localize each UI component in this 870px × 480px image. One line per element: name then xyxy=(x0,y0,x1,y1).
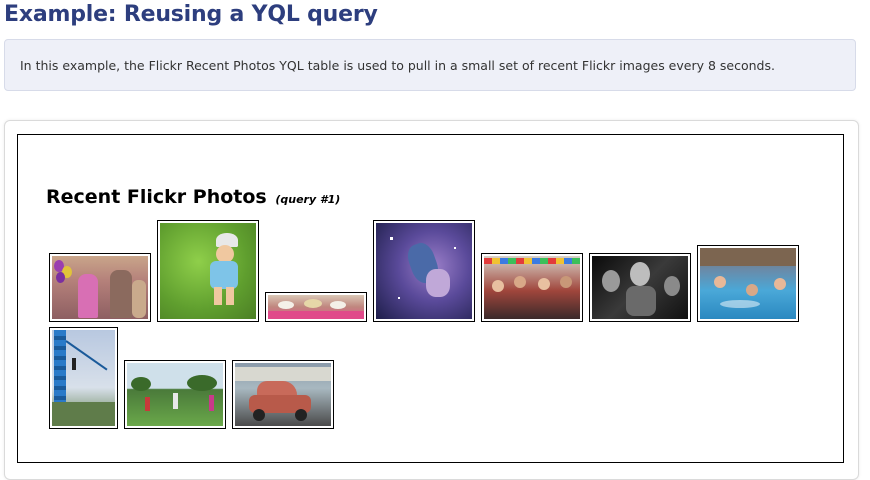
query-label: (query #1) xyxy=(275,193,341,206)
intro-text: In this example, the Flickr Recent Photo… xyxy=(20,58,775,73)
photos-heading-text: Recent Flickr Photos xyxy=(46,186,267,208)
photo-thumb-2[interactable] xyxy=(157,220,259,322)
photo-thumb-9[interactable] xyxy=(124,360,226,429)
photo-thumb-7[interactable] xyxy=(697,245,799,322)
photo-thumb-5[interactable] xyxy=(481,253,583,322)
photo-thumb-3[interactable] xyxy=(265,292,367,322)
photo-thumb-1[interactable] xyxy=(49,253,151,322)
intro-description: In this example, the Flickr Recent Photo… xyxy=(4,39,856,91)
photo-thumb-10[interactable] xyxy=(232,360,334,429)
photo-thumb-4[interactable] xyxy=(373,220,475,322)
photos-heading: Recent Flickr Photos (query #1) xyxy=(46,186,340,208)
page-title: Example: Reusing a YQL query xyxy=(4,2,378,27)
photo-thumb-8[interactable] xyxy=(49,327,118,429)
photo-thumb-6[interactable] xyxy=(589,253,691,322)
